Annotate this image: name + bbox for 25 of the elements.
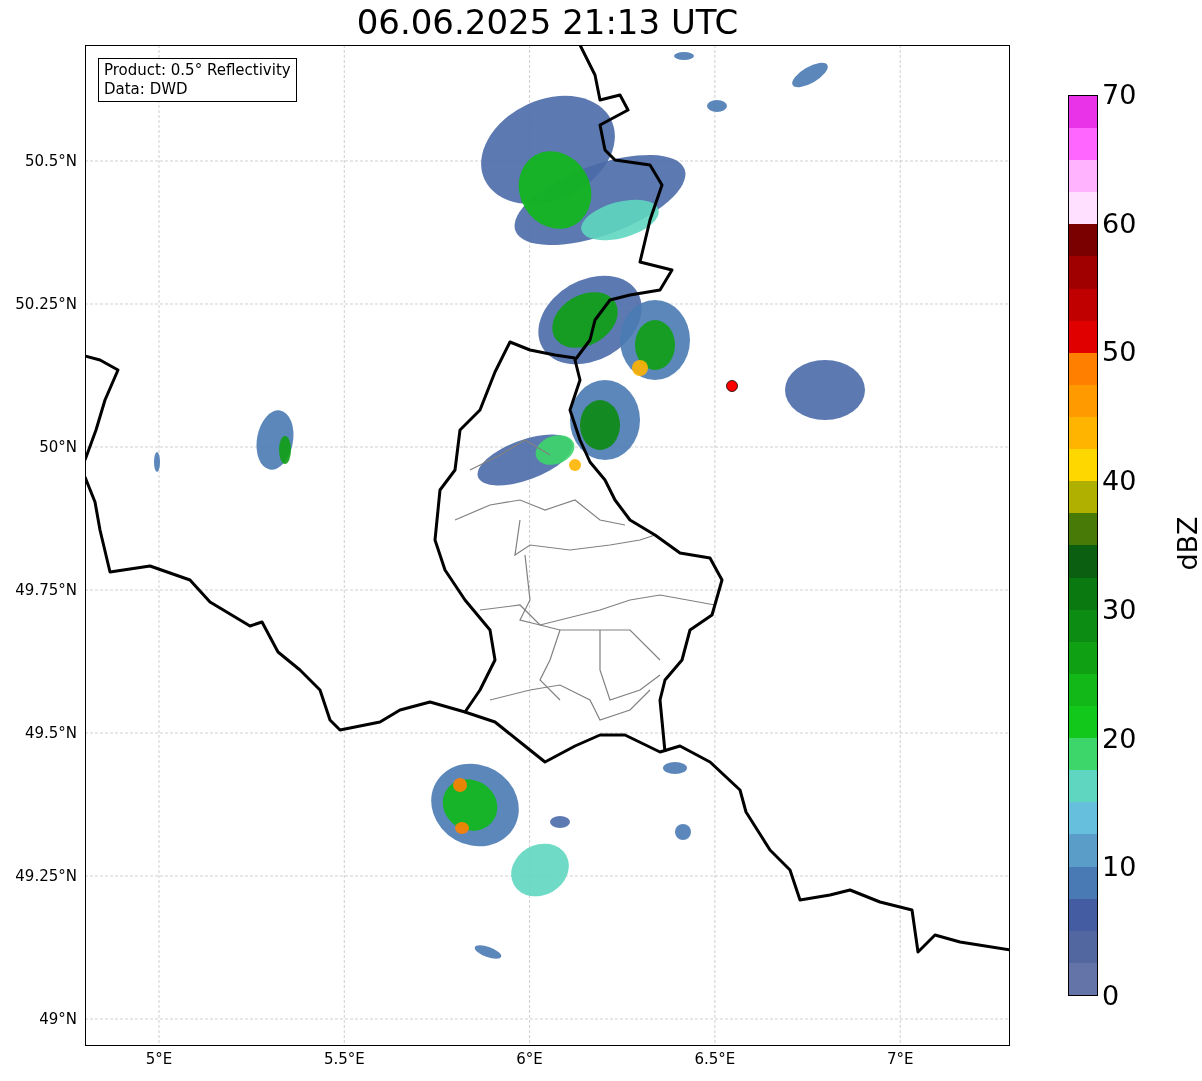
- chart-title: 06.06.2025 21:13 UTC: [356, 1, 739, 44]
- info-text: Product: 0.5° Reflectivity: [104, 61, 291, 80]
- colorbar-label: 50: [1102, 337, 1137, 368]
- colorbar-label: 70: [1102, 80, 1137, 110]
- colorbar-label: 40: [1102, 466, 1137, 497]
- latitude-label: 49°N: [39, 1010, 77, 1028]
- latitude-label: 50°N: [39, 438, 77, 456]
- longitude-label: 5°E: [144, 1050, 174, 1068]
- colorbar-label: 60: [1102, 208, 1137, 239]
- radar-site-marker: [726, 380, 738, 392]
- latitude-label: 50.5°N: [24, 152, 77, 170]
- latitude-label: 49.75°N: [15, 581, 77, 599]
- info-text: Data: DWD: [104, 80, 189, 99]
- longitude-label: 7°E: [885, 1050, 915, 1068]
- longitude-label: 5.5°E: [322, 1050, 366, 1068]
- longitude-label: 6°E: [515, 1050, 544, 1068]
- latitude-label: 49.5°N: [24, 724, 77, 742]
- longitude-label: 6.5°E: [693, 1050, 737, 1068]
- latitude-label: 50.25°N: [15, 295, 77, 313]
- colorbar-label: 30: [1102, 594, 1137, 625]
- colorbar-label: 20: [1102, 723, 1137, 754]
- latitude-label: 49.25°N: [15, 867, 77, 885]
- colorbar-label: 10: [1102, 852, 1137, 883]
- colorbar-label: 0: [1102, 981, 1120, 1011]
- colorbar-title: dBZ: [1171, 516, 1202, 571]
